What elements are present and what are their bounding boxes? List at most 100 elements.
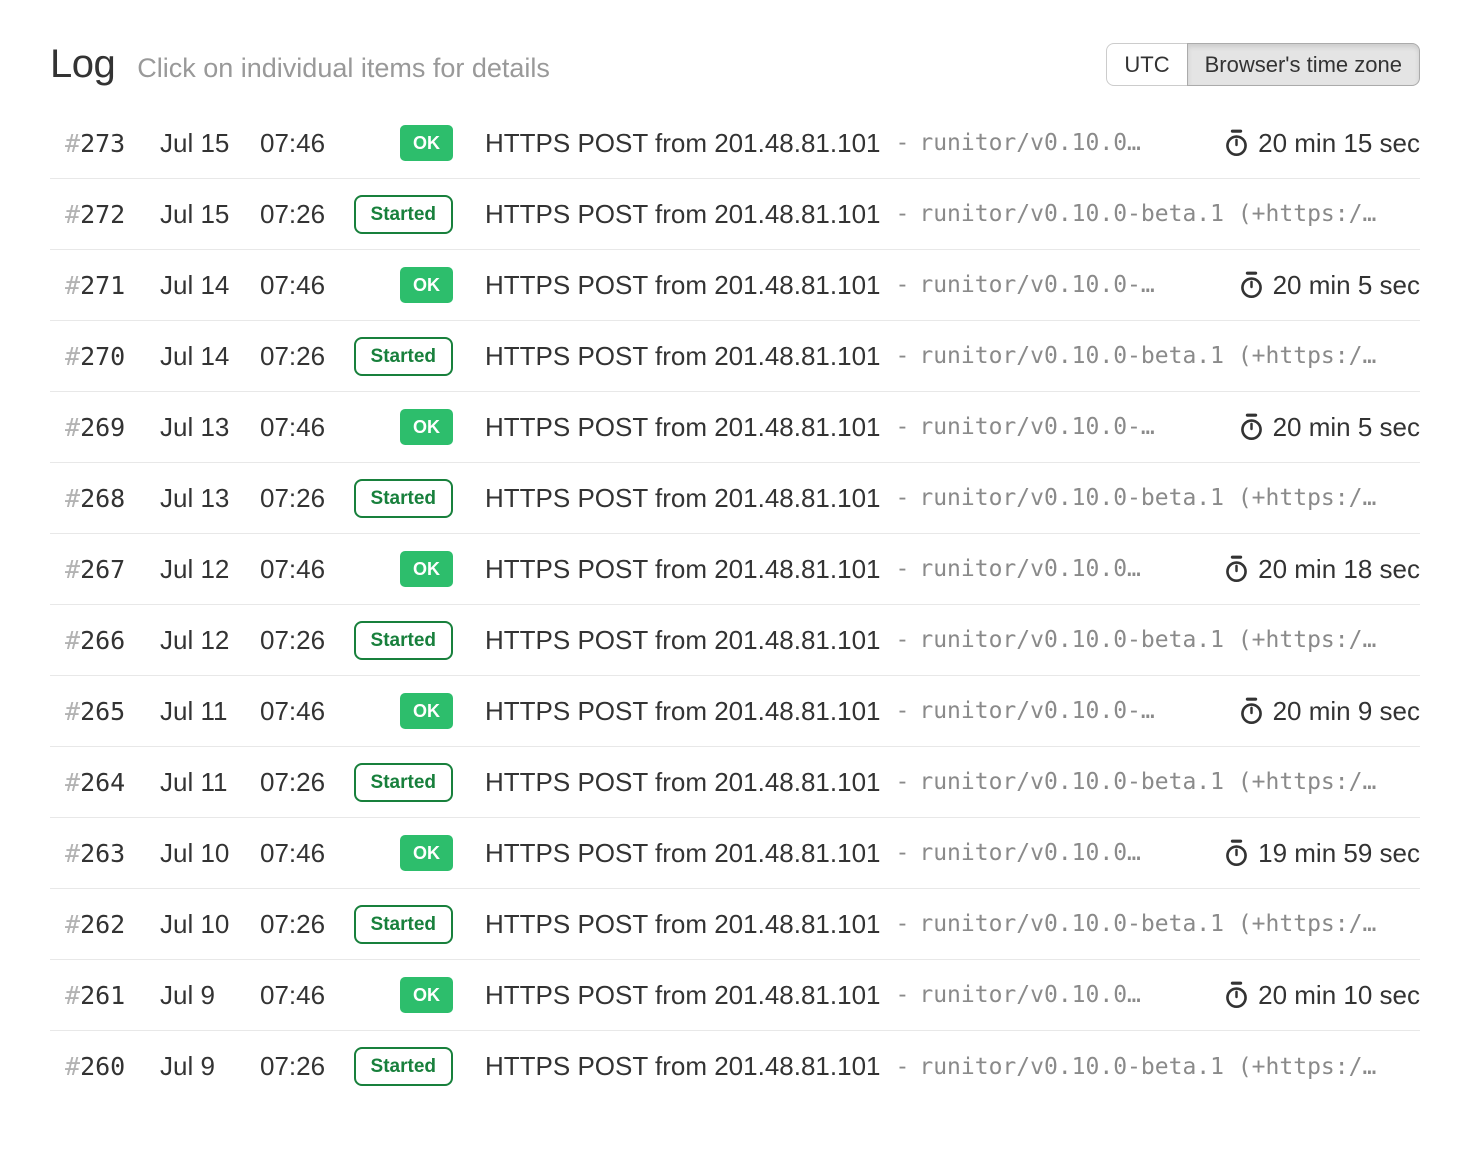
log-row[interactable]: #270 Jul 14 07:26 Started HTTPS POST fro… xyxy=(50,321,1420,392)
row-time: 07:46 xyxy=(260,412,350,443)
event-separator: - xyxy=(895,130,909,156)
duration: 20 min 10 sec xyxy=(1198,980,1420,1011)
status-badge: OK xyxy=(400,551,453,587)
log-row[interactable]: #271 Jul 14 07:46 OK HTTPS POST from 201… xyxy=(50,250,1420,321)
status-badge: Started xyxy=(354,905,453,944)
row-badge-cell: OK xyxy=(350,409,453,445)
log-row[interactable]: #273 Jul 15 07:46 OK HTTPS POST from 201… xyxy=(50,108,1420,179)
log-row[interactable]: #268 Jul 13 07:26 Started HTTPS POST fro… xyxy=(50,463,1420,534)
event-text: HTTPS POST from 201.48.81.101 xyxy=(485,909,880,940)
duration: 20 min 5 sec xyxy=(1213,270,1420,301)
log-row[interactable]: #264 Jul 11 07:26 Started HTTPS POST fro… xyxy=(50,747,1420,818)
row-number-hash: # xyxy=(65,271,80,300)
row-badge-cell: OK xyxy=(350,977,453,1013)
row-badge-cell: OK xyxy=(350,125,453,161)
event-text: HTTPS POST from 201.48.81.101 xyxy=(485,199,880,230)
row-time: 07:46 xyxy=(260,270,350,301)
row-number: #267 xyxy=(50,555,160,584)
row-badge-cell: Started xyxy=(350,905,453,944)
row-number-hash: # xyxy=(65,626,80,655)
row-date: Jul 13 xyxy=(160,412,260,443)
log-row[interactable]: #269 Jul 13 07:46 OK HTTPS POST from 201… xyxy=(50,392,1420,463)
row-time: 07:26 xyxy=(260,1051,350,1082)
browser-timezone-button[interactable]: Browser's time zone xyxy=(1187,43,1420,86)
row-event-cell: HTTPS POST from 201.48.81.101 - runitor/… xyxy=(485,696,1420,727)
row-number-hash: # xyxy=(65,129,80,158)
status-badge: Started xyxy=(354,621,453,660)
row-event-cell: HTTPS POST from 201.48.81.101 - runitor/… xyxy=(485,554,1420,585)
row-badge-cell: Started xyxy=(350,621,453,660)
log-row[interactable]: #261 Jul 9 07:46 OK HTTPS POST from 201.… xyxy=(50,960,1420,1031)
event-separator: - xyxy=(895,769,909,795)
user-agent-text: runitor/v0.10.0-beta.1 (+https:/… xyxy=(919,1054,1376,1080)
user-agent-text: runitor/v0.10.0-beta.1 (+https:/… xyxy=(919,485,1376,511)
row-event-cell: HTTPS POST from 201.48.81.101 - runitor/… xyxy=(485,412,1420,443)
row-event-cell: HTTPS POST from 201.48.81.101 - runitor/… xyxy=(485,128,1420,159)
event-separator: - xyxy=(895,201,909,227)
row-event-cell: HTTPS POST from 201.48.81.101 - runitor/… xyxy=(485,767,1420,798)
status-badge: Started xyxy=(354,1047,453,1086)
row-date: Jul 12 xyxy=(160,625,260,656)
log-row[interactable]: #263 Jul 10 07:46 OK HTTPS POST from 201… xyxy=(50,818,1420,889)
row-number: #261 xyxy=(50,981,160,1010)
user-agent-text: runitor/v0.10.0-… xyxy=(919,414,1154,440)
row-time: 07:46 xyxy=(260,554,350,585)
row-date: Jul 10 xyxy=(160,838,260,869)
row-number-value: 265 xyxy=(80,697,125,726)
user-agent-text: runitor/v0.10.0-… xyxy=(919,272,1154,298)
row-date: Jul 11 xyxy=(160,696,260,727)
log-row[interactable]: #272 Jul 15 07:26 Started HTTPS POST fro… xyxy=(50,179,1420,250)
row-number-value: 261 xyxy=(80,981,125,1010)
row-number-hash: # xyxy=(65,413,80,442)
row-number-hash: # xyxy=(65,981,80,1010)
event-separator: - xyxy=(895,414,909,440)
row-event-cell: HTTPS POST from 201.48.81.101 - runitor/… xyxy=(485,270,1420,301)
row-event-cell: HTTPS POST from 201.48.81.101 - runitor/… xyxy=(485,341,1420,372)
row-number-value: 264 xyxy=(80,768,125,797)
duration: 20 min 18 sec xyxy=(1198,554,1420,585)
row-number-value: 262 xyxy=(80,910,125,939)
row-number-value: 272 xyxy=(80,200,125,229)
event-text: HTTPS POST from 201.48.81.101 xyxy=(485,980,880,1011)
row-time: 07:46 xyxy=(260,838,350,869)
status-badge: OK xyxy=(400,267,453,303)
row-number-hash: # xyxy=(65,910,80,939)
user-agent-text: runitor/v0.10.0-beta.1 (+https:/… xyxy=(919,627,1376,653)
event-separator: - xyxy=(895,627,909,653)
user-agent-text: runitor/v0.10.0-beta.1 (+https:/… xyxy=(919,911,1376,937)
status-badge: OK xyxy=(400,977,453,1013)
row-number: #264 xyxy=(50,768,160,797)
event-text: HTTPS POST from 201.48.81.101 xyxy=(485,483,880,514)
row-number-value: 260 xyxy=(80,1052,125,1081)
row-badge-cell: OK xyxy=(350,267,453,303)
event-text: HTTPS POST from 201.48.81.101 xyxy=(485,838,880,869)
row-number-value: 268 xyxy=(80,484,125,513)
duration: 20 min 5 sec xyxy=(1213,412,1420,443)
duration-text: 20 min 5 sec xyxy=(1273,412,1420,443)
utc-button[interactable]: UTC xyxy=(1106,43,1187,86)
log-row[interactable]: #262 Jul 10 07:26 Started HTTPS POST fro… xyxy=(50,889,1420,960)
user-agent-text: runitor/v0.10.0-beta.1 (+https:/… xyxy=(919,343,1376,369)
row-number-value: 266 xyxy=(80,626,125,655)
status-badge: OK xyxy=(400,409,453,445)
row-number: #263 xyxy=(50,839,160,868)
row-date: Jul 11 xyxy=(160,767,260,798)
row-time: 07:46 xyxy=(260,696,350,727)
event-text: HTTPS POST from 201.48.81.101 xyxy=(485,554,880,585)
duration-text: 20 min 9 sec xyxy=(1273,696,1420,727)
user-agent-text: runitor/v0.10.0… xyxy=(919,982,1141,1008)
log-row[interactable]: #260 Jul 9 07:26 Started HTTPS POST from… xyxy=(50,1031,1420,1102)
row-time: 07:26 xyxy=(260,625,350,656)
event-text: HTTPS POST from 201.48.81.101 xyxy=(485,128,880,159)
log-row[interactable]: #265 Jul 11 07:46 OK HTTPS POST from 201… xyxy=(50,676,1420,747)
row-number-hash: # xyxy=(65,200,80,229)
row-time: 07:26 xyxy=(260,767,350,798)
stopwatch-icon xyxy=(1224,129,1249,157)
row-number: #260 xyxy=(50,1052,160,1081)
log-row[interactable]: #266 Jul 12 07:26 Started HTTPS POST fro… xyxy=(50,605,1420,676)
event-text: HTTPS POST from 201.48.81.101 xyxy=(485,341,880,372)
event-text: HTTPS POST from 201.48.81.101 xyxy=(485,1051,880,1082)
row-event-cell: HTTPS POST from 201.48.81.101 - runitor/… xyxy=(485,838,1420,869)
status-badge: OK xyxy=(400,835,453,871)
log-row[interactable]: #267 Jul 12 07:46 OK HTTPS POST from 201… xyxy=(50,534,1420,605)
